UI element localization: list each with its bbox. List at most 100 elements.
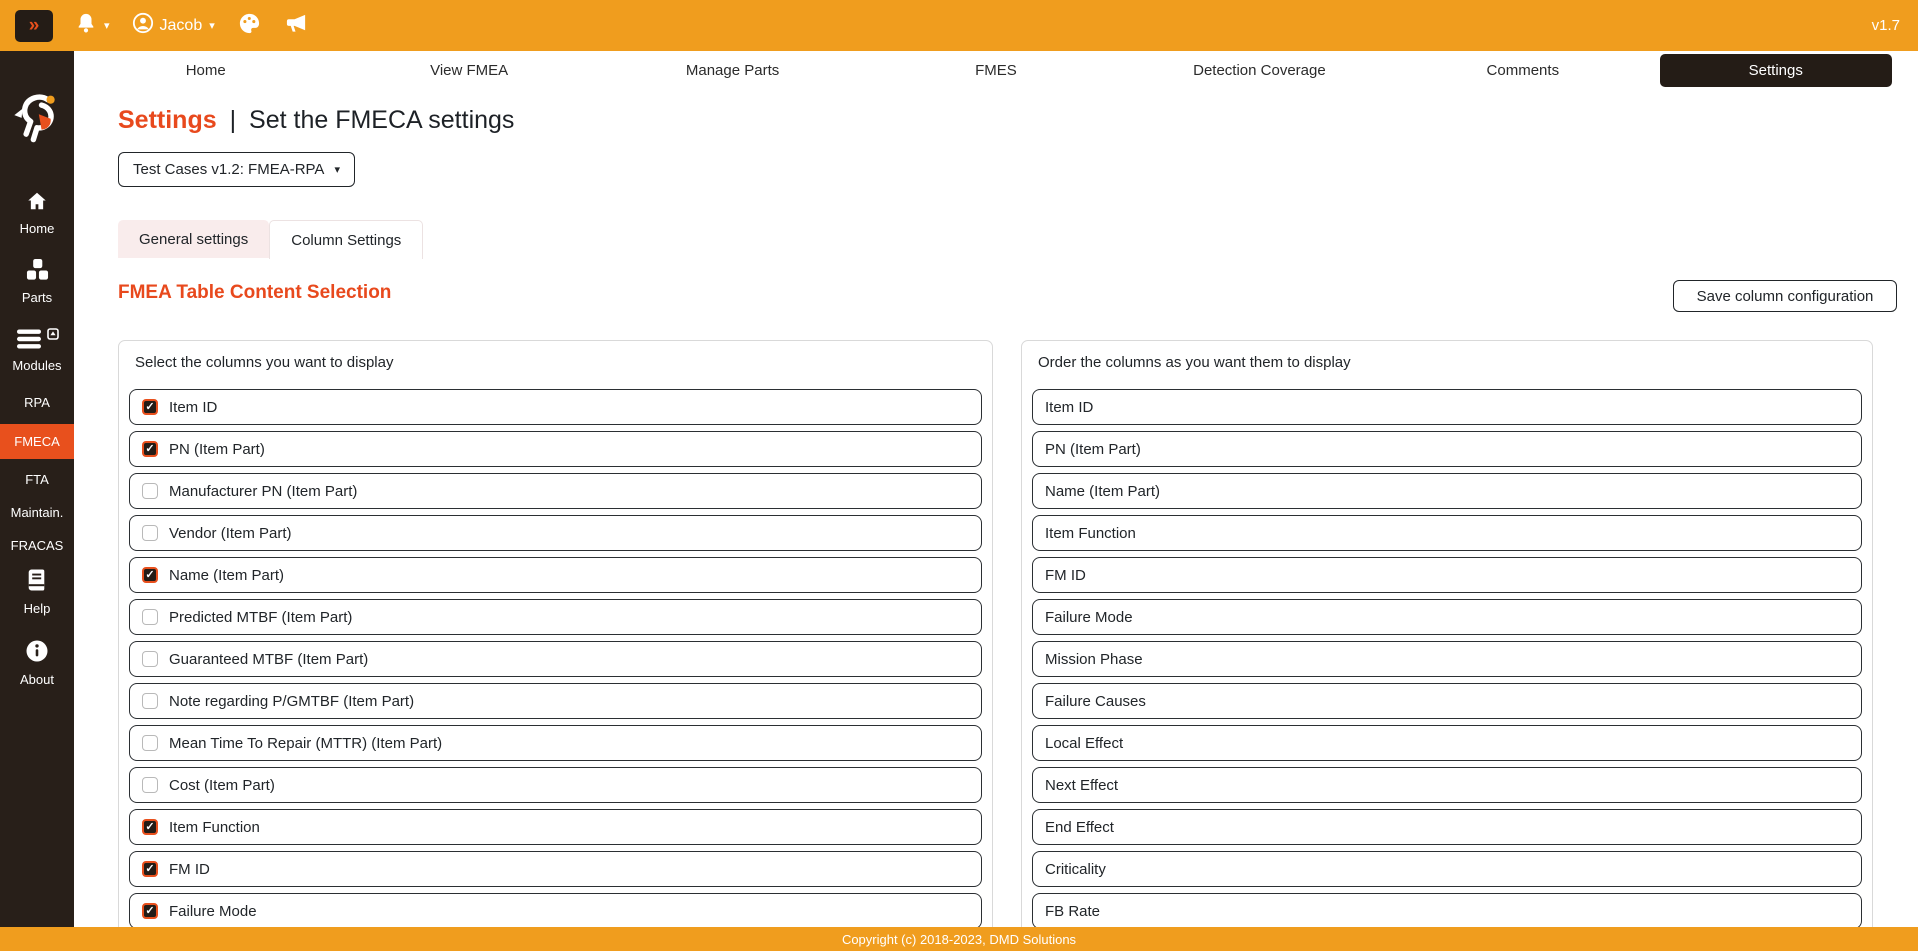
nav-tab-fmes[interactable]: FMES	[864, 51, 1127, 90]
expand-modules-icon[interactable]	[47, 327, 59, 345]
checkbox[interactable]: ✓	[142, 441, 158, 457]
column-label: Name (Item Part)	[1045, 483, 1160, 500]
column-label: Item Function	[1045, 525, 1136, 542]
column-order-row[interactable]: Failure Causes	[1032, 683, 1862, 719]
column-label: PN (Item Part)	[169, 441, 265, 458]
chevron-down-icon: ▾	[209, 19, 215, 32]
checkbox[interactable]: ✓	[142, 861, 158, 877]
theme-palette-button[interactable]	[237, 12, 262, 40]
column-order-row[interactable]: Item ID	[1032, 389, 1862, 425]
column-select-row[interactable]: ✓ Manufacturer PN (Item Part)	[129, 473, 982, 509]
column-order-row[interactable]: Criticality	[1032, 851, 1862, 887]
column-select-row[interactable]: ✓ Item Function	[129, 809, 982, 845]
column-select-row[interactable]: ✓ Item ID	[129, 389, 982, 425]
notifications-menu[interactable]: ▾	[75, 11, 110, 40]
sidebar-item-modules[interactable]: Modules	[0, 329, 74, 373]
column-order-row[interactable]: Next Effect	[1032, 767, 1862, 803]
check-icon: ✓	[145, 822, 154, 833]
nav-tab-comments[interactable]: Comments	[1391, 51, 1654, 90]
sidebar-item-about[interactable]: About	[0, 639, 74, 687]
column-order-row[interactable]: FM ID	[1032, 557, 1862, 593]
sidebar-item-label: Parts	[22, 290, 52, 305]
column-select-row[interactable]: ✓ Note regarding P/GMTBF (Item Part)	[129, 683, 982, 719]
checkbox[interactable]: ✓	[142, 819, 158, 835]
project-selector-dropdown[interactable]: Test Cases v1.2: FMEA-RPA ▾	[118, 152, 355, 187]
column-label: Predicted MTBF (Item Part)	[169, 609, 352, 626]
top-bar: » ▾ Jacob ▾ v1.7	[0, 0, 1918, 51]
sidebar-item-maintain[interactable]: Maintain.	[0, 505, 74, 520]
page-title-separator: |	[230, 106, 237, 134]
column-order-row[interactable]: Mission Phase	[1032, 641, 1862, 677]
checkbox[interactable]: ✓	[142, 735, 158, 751]
sidebar-item-rpa[interactable]: RPA	[0, 395, 74, 410]
column-order-row[interactable]: PN (Item Part)	[1032, 431, 1862, 467]
checkbox[interactable]: ✓	[142, 567, 158, 583]
page-title-main: Settings	[118, 106, 217, 134]
column-select-row[interactable]: ✓ FM ID	[129, 851, 982, 887]
column-select-row[interactable]: ✓ Guaranteed MTBF (Item Part)	[129, 641, 982, 677]
page-title: Settings | Set the FMECA settings	[118, 106, 514, 135]
column-order-row[interactable]: Item Function	[1032, 515, 1862, 551]
checkbox[interactable]: ✓	[142, 525, 158, 541]
palette-icon	[237, 12, 262, 40]
column-label: Name (Item Part)	[169, 567, 284, 584]
column-select-row[interactable]: ✓ Cost (Item Part)	[129, 767, 982, 803]
nav-tab-settings[interactable]: Settings	[1655, 51, 1918, 90]
column-order-row[interactable]: End Effect	[1032, 809, 1862, 845]
sidebar-item-help[interactable]: Help	[0, 568, 74, 616]
check-icon: ✓	[145, 906, 154, 917]
column-label: FM ID	[1045, 567, 1086, 584]
tab-general-settings[interactable]: General settings	[118, 220, 269, 258]
sidebar-item-home[interactable]: Home	[0, 190, 74, 236]
column-select-row[interactable]: ✓ PN (Item Part)	[129, 431, 982, 467]
column-order-row[interactable]: Local Effect	[1032, 725, 1862, 761]
column-select-row[interactable]: ✓ Mean Time To Repair (MTTR) (Item Part)	[129, 725, 982, 761]
chevron-down-icon: ▾	[104, 19, 110, 32]
column-label: Note regarding P/GMTBF (Item Part)	[169, 693, 414, 710]
column-order-row[interactable]: Name (Item Part)	[1032, 473, 1862, 509]
column-select-row[interactable]: ✓ Name (Item Part)	[129, 557, 982, 593]
sidebar-item-fmeca[interactable]: FMECA	[0, 424, 74, 459]
nav-tab-detection-coverage[interactable]: Detection Coverage	[1128, 51, 1391, 90]
info-circle-icon	[25, 639, 49, 668]
checkbox[interactable]: ✓	[142, 651, 158, 667]
checkbox[interactable]: ✓	[142, 609, 158, 625]
bell-icon	[75, 11, 97, 40]
column-select-panel: Select the columns you want to display ✓…	[118, 340, 993, 951]
cubes-icon	[26, 258, 49, 286]
checkbox[interactable]: ✓	[142, 777, 158, 793]
checkbox[interactable]: ✓	[142, 483, 158, 499]
save-column-configuration-button[interactable]: Save column configuration	[1673, 280, 1897, 312]
column-label: Criticality	[1045, 861, 1106, 878]
column-label: PN (Item Part)	[1045, 441, 1141, 458]
user-menu[interactable]: Jacob ▾	[132, 12, 215, 39]
app-window: » ▾ Jacob ▾ v1.7	[0, 0, 1918, 951]
megaphone-icon	[284, 12, 309, 40]
settings-tabs: General settings Column Settings	[118, 220, 423, 258]
sidebar-item-label: About	[20, 672, 54, 687]
column-select-row[interactable]: ✓ Failure Mode	[129, 893, 982, 929]
column-select-list: ✓ Item ID ✓ PN (Item Part) ✓ Manufacture…	[129, 389, 982, 929]
hamburger-menu-icon	[16, 329, 42, 354]
checkbox[interactable]: ✓	[142, 399, 158, 415]
nav-tab-home[interactable]: Home	[74, 51, 337, 90]
column-label: Next Effect	[1045, 777, 1118, 794]
announcements-button[interactable]	[284, 12, 309, 40]
tab-column-settings[interactable]: Column Settings	[269, 220, 423, 259]
column-select-row[interactable]: ✓ Vendor (Item Part)	[129, 515, 982, 551]
sidebar-collapse-button[interactable]: »	[15, 10, 53, 42]
nav-tab-manage-parts[interactable]: Manage Parts	[601, 51, 864, 90]
nav-tab-view-fmea[interactable]: View FMEA	[337, 51, 600, 90]
sidebar-item-fta[interactable]: FTA	[0, 472, 74, 487]
checkbox[interactable]: ✓	[142, 903, 158, 919]
sidebar-item-parts[interactable]: Parts	[0, 258, 74, 305]
column-order-row[interactable]: Failure Mode	[1032, 599, 1862, 635]
page-title-subtitle: Set the FMECA settings	[249, 106, 514, 134]
column-order-row[interactable]: FB Rate	[1032, 893, 1862, 929]
main-content: Settings | Set the FMECA settings Test C…	[74, 90, 1918, 951]
checkbox[interactable]: ✓	[142, 693, 158, 709]
column-select-row[interactable]: ✓ Predicted MTBF (Item Part)	[129, 599, 982, 635]
column-select-panel-title: Select the columns you want to display	[135, 354, 976, 372]
home-icon	[25, 190, 49, 217]
sidebar-item-fracas[interactable]: FRACAS	[0, 538, 74, 553]
